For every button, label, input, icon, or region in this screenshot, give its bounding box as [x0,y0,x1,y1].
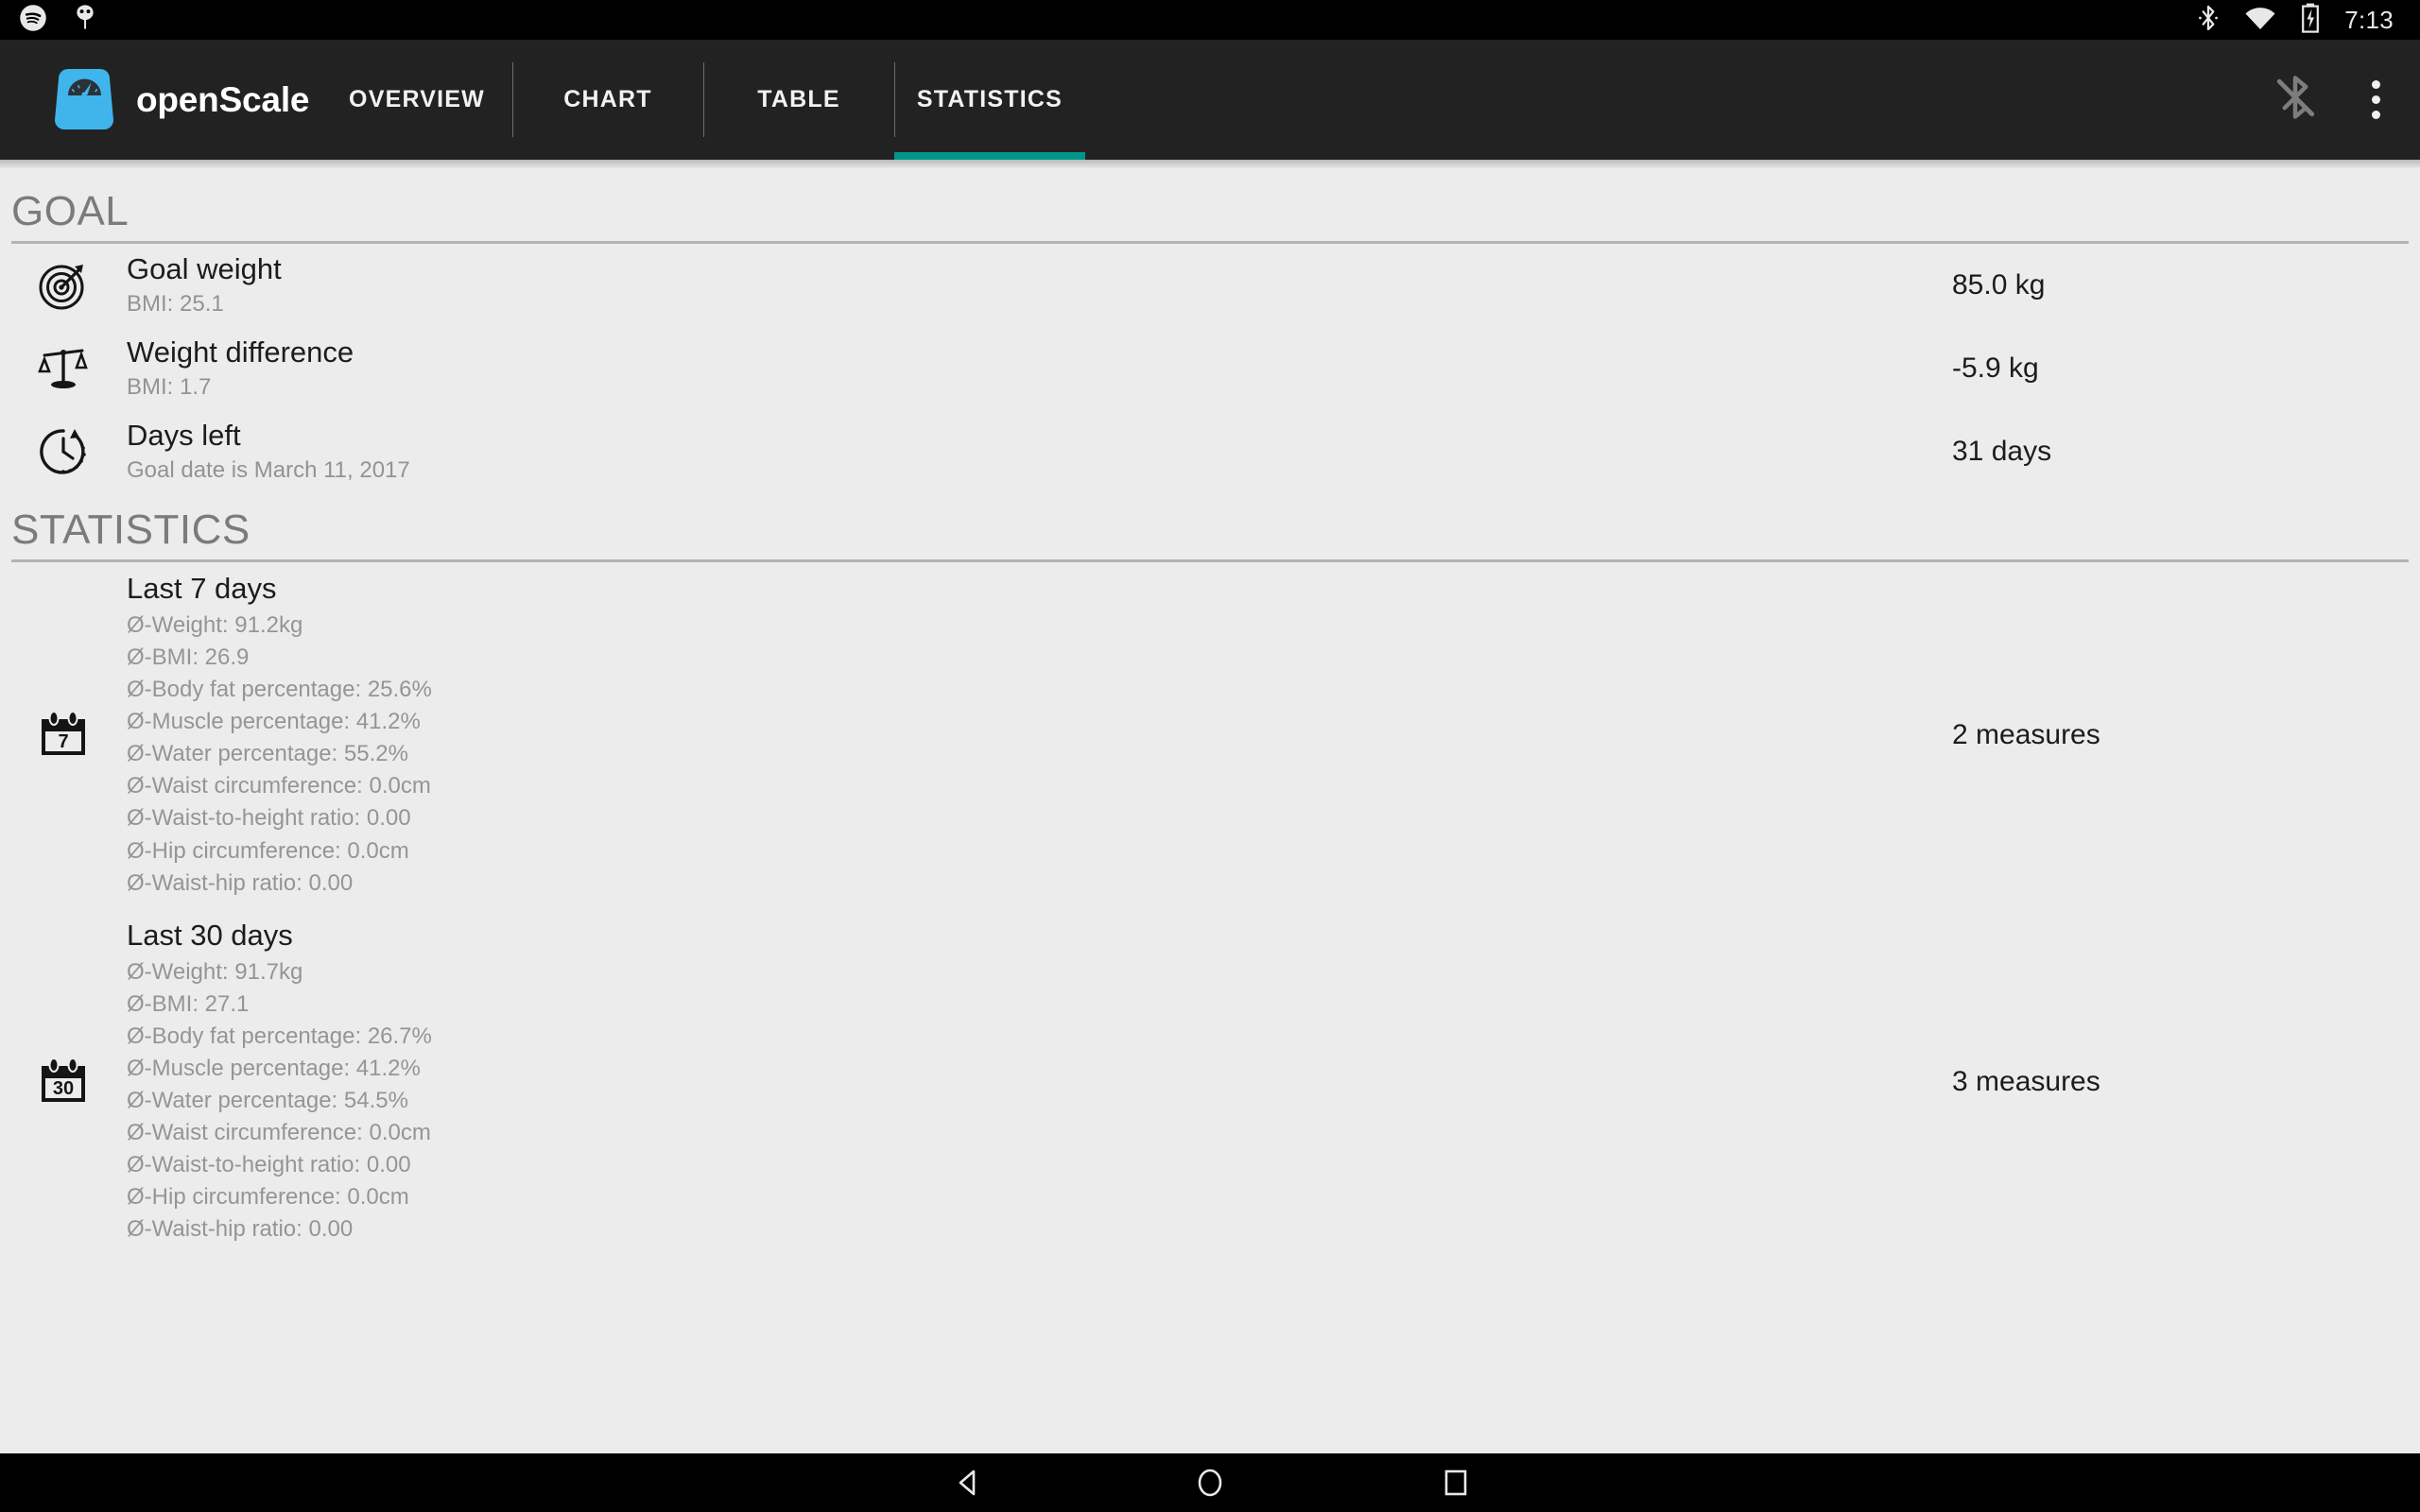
openscale-logo-icon [49,65,119,135]
statistics-row-last-7-days[interactable]: 7 Last 7 days Ø-Weight: 91.2kg Ø-BMI: 26… [0,562,2420,909]
tab-chart[interactable]: CHART [512,40,703,160]
app-bar-actions [2272,40,2392,160]
status-bar: 7:13 [0,0,2420,40]
goal-row-weight[interactable]: Goal weight BMI: 25.1 85.0 kg [0,244,2420,327]
goal-section-title: GOAL [11,188,130,234]
statistics-row-text: Last 7 days Ø-Weight: 91.2kg Ø-BMI: 26.9… [127,572,432,900]
statistics-line: Ø-Weight: 91.2kg [127,612,303,638]
overflow-menu-icon[interactable] [2360,71,2392,129]
statistics-line: Ø-BMI: 26.9 [127,644,250,671]
statistics-section-title: STATISTICS [11,507,251,553]
statistics-line: Ø-Muscle percentage: 41.2% [127,1055,421,1081]
app-brand: openScale [49,40,309,160]
home-icon[interactable] [1153,1453,1267,1512]
spotify-icon [19,4,47,37]
goal-row-subtitle: Goal date is March 11, 2017 [127,456,410,483]
statistics-line: Ø-Body fat percentage: 26.7% [127,1022,432,1049]
statistics-line: Ø-BMI: 27.1 [127,990,250,1017]
statistics-row-last-30-days[interactable]: 30 Last 30 days Ø-Weight: 91.7kg Ø-BMI: … [0,909,2420,1256]
goal-row-subtitle: BMI: 1.7 [127,373,212,400]
goal-row-value: 31 days [1952,436,2052,467]
overflow-dot [2372,111,2380,119]
status-bar-left-icons [19,4,98,37]
goal-row-value: 85.0 kg [1952,269,2046,301]
target-icon [26,259,100,312]
statistics-line: Ø-Waist-to-height ratio: 0.00 [127,1152,411,1178]
tab-overview[interactable]: OVERVIEW [321,40,512,160]
statistics-line: Ø-Waist-hip ratio: 0.00 [127,1216,354,1243]
clock-update-icon [26,425,100,478]
app-bar: openScale OVERVIEW CHART TABLE STATISTIC… [0,40,2420,160]
goal-row-days-left[interactable]: Days left Goal date is March 11, 2017 31… [0,410,2420,493]
battery-charging-icon [2301,3,2320,38]
balance-scale-icon [26,342,100,395]
status-bar-clock: 7:13 [2344,5,2394,34]
statistics-page-content: GOAL Goal weight BMI: 25.1 85.0 kg Weigh… [0,169,2420,1453]
tab-bar: OVERVIEW CHART TABLE STATISTICS [321,40,1085,160]
app-title: openScale [136,79,310,119]
calendar-icon-number: 7 [58,731,68,752]
statistics-row-title: Last 30 days [127,918,293,952]
goal-row-title: Weight difference [127,335,354,369]
tab-statistics[interactable]: STATISTICS [894,40,1085,160]
goal-row-text: Weight difference BMI: 1.7 [127,335,354,402]
android-debug-icon [72,4,98,37]
statistics-line: Ø-Waist-hip ratio: 0.00 [127,869,354,896]
statistics-line: Ø-Body fat percentage: 25.6% [127,677,432,703]
goal-section: GOAL Goal weight BMI: 25.1 85.0 kg Weigh… [0,169,2420,493]
goal-row-text: Days left Goal date is March 11, 2017 [127,419,410,485]
statistics-row-value: 3 measures [1952,1066,2100,1098]
calendar-icon-number: 30 [53,1078,74,1099]
goal-row-text: Goal weight BMI: 25.1 [127,252,282,318]
overflow-dot [2372,80,2380,89]
statistics-section: STATISTICS 7 Last 7 days Ø-Weight: 91.2k… [0,507,2420,1255]
status-bar-right-icons: 7:13 [2197,3,2394,38]
bluetooth-disabled-icon[interactable] [2272,71,2319,129]
android-navigation-bar [0,1453,2420,1512]
statistics-line: Ø-Muscle percentage: 41.2% [127,709,421,735]
statistics-line: Ø-Waist circumference: 0.0cm [127,773,431,799]
goal-row-value: -5.9 kg [1952,352,2039,384]
tab-table[interactable]: TABLE [703,40,894,160]
statistics-line: Ø-Hip circumference: 0.0cm [127,1184,409,1211]
goal-row-title: Days left [127,419,241,453]
recents-icon[interactable] [1399,1453,1512,1512]
wifi-icon [2244,6,2276,35]
statistics-row-text: Last 30 days Ø-Weight: 91.7kg Ø-BMI: 27.… [127,919,432,1246]
calendar-7-icon: 7 [26,709,100,762]
goal-row-title: Goal weight [127,252,282,286]
statistics-row-value: 2 measures [1952,719,2100,751]
bluetooth-icon [2197,3,2220,38]
statistics-line: Ø-Waist circumference: 0.0cm [127,1120,431,1146]
goal-row-difference[interactable]: Weight difference BMI: 1.7 -5.9 kg [0,327,2420,410]
overflow-dot [2372,95,2380,104]
calendar-30-icon: 30 [26,1056,100,1108]
goal-row-subtitle: BMI: 25.1 [127,290,224,317]
statistics-line: Ø-Hip circumference: 0.0cm [127,837,409,864]
back-icon[interactable] [912,1453,1026,1512]
statistics-line: Ø-Waist-to-height ratio: 0.00 [127,805,411,832]
statistics-line: Ø-Water percentage: 54.5% [127,1088,408,1114]
app-bar-shadow [0,160,2420,169]
statistics-line: Ø-Water percentage: 55.2% [127,741,408,767]
statistics-row-title: Last 7 days [127,572,277,605]
statistics-line: Ø-Weight: 91.7kg [127,958,303,985]
